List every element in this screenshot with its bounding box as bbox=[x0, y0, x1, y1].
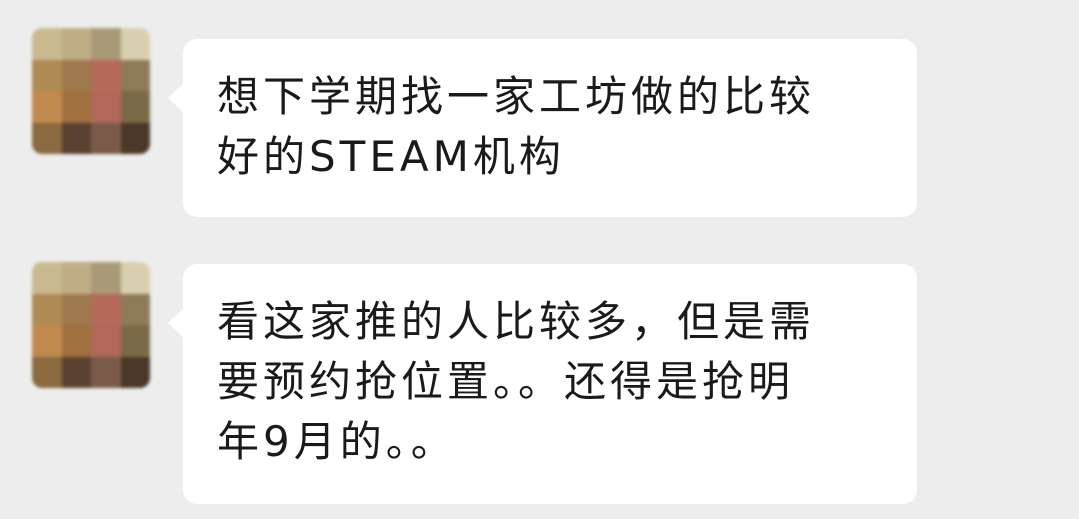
message-text: 看这家推的人比较多，但是需 要预约抢位置。。还得是抢明 年9月的。。 bbox=[217, 297, 816, 466]
avatar[interactable] bbox=[32, 262, 150, 388]
message-bubble[interactable]: 想下学期找一家工坊做的比较 好的STEAM机构 bbox=[168, 39, 917, 217]
message-text: 想下学期找一家工坊做的比较 好的STEAM机构 bbox=[217, 72, 816, 181]
message-bubble[interactable]: 看这家推的人比较多，但是需 要预约抢位置。。还得是抢明 年9月的。。 bbox=[168, 264, 917, 504]
avatar[interactable] bbox=[32, 28, 150, 154]
